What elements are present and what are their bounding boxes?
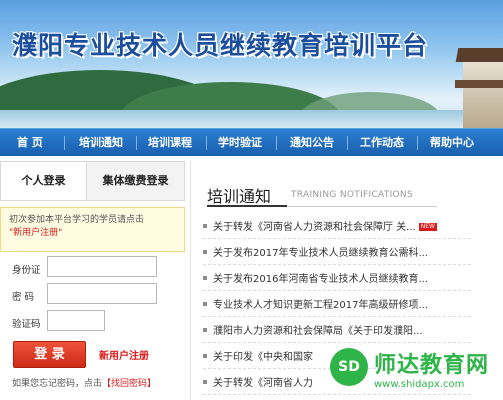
- first-time-notice: 初次参加本平台学习的学员请点击 "新用户注册": [0, 207, 185, 252]
- bullet-icon: [203, 380, 207, 384]
- nav-separator: [276, 136, 277, 150]
- password-label: 密 码: [12, 292, 35, 303]
- nav-item-work-news[interactable]: 工作动态: [360, 129, 404, 157]
- tab-personal-login[interactable]: 个人登录: [1, 162, 87, 200]
- new-badge-icon: NEW: [418, 223, 437, 231]
- banner-pavilion: [455, 58, 503, 128]
- login-button[interactable]: 登 录: [13, 341, 86, 368]
- nav-item-hours-verify[interactable]: 学时验证: [218, 129, 262, 157]
- watermark-url: www.shidapx.com: [374, 379, 465, 390]
- bullet-icon: [203, 302, 207, 306]
- nav-item-announcements[interactable]: 通知公告: [290, 129, 334, 157]
- nav-separator: [347, 136, 348, 150]
- header-banner: 濮阳专业技术人员继续教育培训平台: [0, 0, 503, 128]
- nav-separator: [64, 136, 65, 150]
- bullet-icon: [203, 328, 207, 332]
- banner-lake: [0, 110, 503, 128]
- watermark-logo-icon: SD: [330, 348, 368, 386]
- captcha-label: 验证码: [12, 319, 41, 330]
- nav-separator: [136, 136, 137, 150]
- section-title: 培训通知: [207, 187, 272, 206]
- login-tabs: 个人登录 集体缴费登录: [0, 161, 185, 201]
- forgot-text: 如果您忘记密码，点击: [12, 379, 103, 389]
- bullet-icon: [203, 276, 207, 280]
- watermark-name: 师达教育网: [374, 353, 490, 378]
- bullet-icon: [203, 250, 207, 254]
- site-title: 濮阳专业技术人员继续教育培训平台: [12, 31, 429, 60]
- news-item[interactable]: 濮阳市人力资源和社会保障局《关于印发濮阳...: [203, 321, 471, 343]
- news-title: 关于转发《河南省人力: [213, 378, 313, 389]
- site-watermark: SD 师达教育网 www.shidapx.com: [330, 345, 500, 397]
- news-title: 关于发布2017年专业技术人员继续教育公需科...: [213, 248, 428, 259]
- id-label: 身份证: [12, 265, 41, 276]
- section-divider-accent: [207, 205, 287, 207]
- news-item[interactable]: 关于发布2016年河南省专业技术人员继续教育...: [203, 269, 471, 291]
- nav-item-home[interactable]: 首 页: [17, 129, 43, 157]
- new-user-register-link[interactable]: 新用户注册: [99, 347, 149, 362]
- forgot-password-hint: 如果您忘记密码，点击【找回密码】: [12, 376, 156, 389]
- notice-register-link[interactable]: "新用户注册": [9, 228, 62, 238]
- nav-item-courses[interactable]: 培训课程: [148, 129, 192, 157]
- news-item[interactable]: 关于发布2017年专业技术人员继续教育公需科...: [203, 243, 471, 265]
- bullet-icon: [203, 354, 207, 358]
- main-nav: 首 页 培训通知 培训课程 学时验证 通知公告 工作动态 帮助中心: [0, 128, 503, 156]
- news-title: 专业技术人才知识更新工程2017年高级研修项...: [213, 300, 428, 311]
- news-title: 关于发布2016年河南省专业技术人员继续教育...: [213, 274, 428, 285]
- section-subtitle: TRAINING NOTIFICATIONS: [291, 190, 413, 200]
- nav-item-training-notice[interactable]: 培训通知: [79, 129, 123, 157]
- nav-item-help[interactable]: 帮助中心: [430, 129, 474, 157]
- nav-separator: [417, 136, 418, 150]
- notice-text: 初次参加本平台学习的学员请点击: [9, 215, 145, 225]
- news-item[interactable]: 专业技术人才知识更新工程2017年高级研修项...: [203, 295, 471, 317]
- captcha-input[interactable]: [47, 310, 105, 331]
- bullet-icon: [203, 224, 207, 228]
- find-password-link[interactable]: 【找回密码】: [102, 379, 156, 389]
- news-title: 濮阳市人力资源和社会保障局《关于印发濮阳...: [213, 326, 423, 337]
- news-item[interactable]: 关于转发《河南省人力资源和社会保障厅 关... NEW: [203, 217, 471, 239]
- news-title: 关于转发《河南省人力资源和社会保障厅 关...: [213, 222, 416, 233]
- news-title: 关于印发《中央和国家: [213, 352, 313, 363]
- tab-group-payment-login[interactable]: 集体缴费登录: [87, 162, 184, 200]
- login-panel: 个人登录 集体缴费登录 初次参加本平台学习的学员请点击 "新用户注册" 身份证 …: [0, 161, 185, 400]
- password-input[interactable]: [47, 283, 157, 304]
- nav-separator: [206, 136, 207, 150]
- id-number-input[interactable]: [47, 256, 157, 277]
